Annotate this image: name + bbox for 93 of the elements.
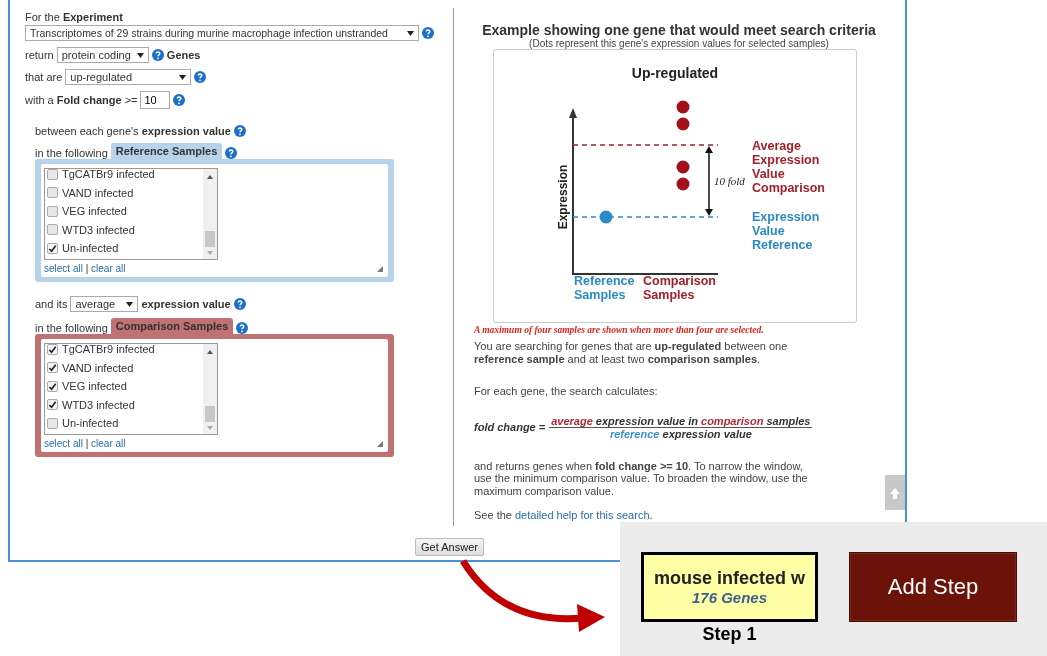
genes-label: Genes xyxy=(166,49,201,61)
help-icon[interactable] xyxy=(225,147,238,159)
caret-icon xyxy=(179,74,187,80)
help-prefix: See the xyxy=(474,509,512,521)
comparison-dot xyxy=(676,160,690,174)
samples-list[interactable]: TgCATBr9 infected VAND infected VEG infected WTD3 infected Un-infected xyxy=(44,343,218,435)
comparison-axis-label: Comparison Samples xyxy=(643,274,713,302)
operation-dropdown[interactable]: average xyxy=(70,296,139,312)
checkbox[interactable] xyxy=(47,399,58,411)
reference-legend: Expression Value Reference xyxy=(752,210,836,252)
step-box[interactable]: mouse infected w 176 Genes xyxy=(641,552,818,622)
sample-label[interactable]: TgCATBr9 infected xyxy=(62,169,155,181)
calculation-intro: For each gene, the search calculates: xyxy=(474,385,659,398)
expression-value-label: expression value xyxy=(141,298,231,310)
note-text: A maximum of four samples are shown when more than four are selected. xyxy=(474,325,765,335)
checkbox[interactable] xyxy=(47,362,58,374)
fold-change-field[interactable]: 10 xyxy=(140,91,171,109)
checkbox[interactable] xyxy=(47,417,58,429)
returns-text: and returns genes when fold change >= 10. To narrow the window, use the minimum comparison value. To broaden the window, use the maximum comparison value. xyxy=(474,459,809,497)
sample-label[interactable]: WTD3 infected xyxy=(62,223,135,236)
reference-axis-label: Reference Samples xyxy=(574,274,636,302)
sample-label[interactable]: Un-infected xyxy=(62,417,119,430)
example-title: Example showing one gene that would meet search criteria xyxy=(481,22,877,38)
experiment-label: For the Experiment xyxy=(25,11,124,23)
help-link[interactable]: detailed help for this search xyxy=(515,509,650,521)
scrollbar[interactable] xyxy=(203,344,217,434)
formula-numerator: average expression value in comparison samples xyxy=(549,414,813,428)
description-text: You are searching for genes that are up-regulated between one reference sample and at least two comparison samples. xyxy=(474,340,789,365)
checkbox[interactable] xyxy=(47,242,58,254)
experiment-dropdown[interactable]: Transcriptomes of 29 strains during murine macrophage infection unstranded xyxy=(25,25,419,41)
comparison-dot xyxy=(676,177,690,191)
help-suffix: . xyxy=(649,509,653,521)
fold-change-label: with a Fold change >= xyxy=(25,94,138,106)
diagram-title: Up-regulated xyxy=(630,65,720,81)
sample-label[interactable]: VEG infected xyxy=(62,205,127,218)
checkbox[interactable] xyxy=(47,224,58,236)
up-arrow-icon xyxy=(889,486,901,499)
example-subtitle: (Dots represent this gene's expression values for selected samples) xyxy=(528,38,830,49)
comparison-dot xyxy=(676,117,690,131)
checkbox[interactable] xyxy=(47,187,58,199)
clear-all-link[interactable]: clear all xyxy=(91,263,126,274)
get-answer-button[interactable]: Get Answer xyxy=(415,538,484,556)
add-step-button[interactable]: Add Step xyxy=(849,552,1017,622)
sample-label[interactable]: VEG infected xyxy=(62,380,127,393)
checkbox[interactable] xyxy=(47,205,58,217)
help-icon[interactable] xyxy=(233,298,246,310)
caret-icon xyxy=(407,30,414,36)
formula-label: fold change = xyxy=(474,421,546,433)
step-label: Step 1 xyxy=(702,624,757,645)
resize-handle-icon[interactable] xyxy=(377,441,383,447)
comparison-legend: Average Expression Value Comparison xyxy=(752,139,836,195)
direction-dropdown[interactable]: up-regulated xyxy=(65,69,192,85)
following-label: in the following xyxy=(35,322,108,334)
expression-value-label: between each gene's expression value xyxy=(35,125,231,137)
samples-tab[interactable]: Comparison Samples xyxy=(110,318,234,334)
fold-label: 10 fold xyxy=(714,175,745,187)
following-label: in the following xyxy=(35,147,108,159)
help-icon[interactable] xyxy=(233,125,246,137)
separator: | xyxy=(85,438,89,449)
y-axis-label: Expression xyxy=(556,164,570,230)
resize-handle-icon[interactable] xyxy=(377,266,383,272)
clear-all-link[interactable]: clear all xyxy=(91,438,126,449)
formula-denominator: reference expression value xyxy=(609,427,752,440)
sample-label[interactable]: Un-infected xyxy=(62,242,119,255)
and-its-label: and its xyxy=(35,298,68,310)
gene-type-dropdown[interactable]: protein coding xyxy=(56,47,149,63)
checkbox[interactable] xyxy=(47,380,58,392)
step-name: mouse infected w xyxy=(654,568,805,589)
caret-icon xyxy=(136,52,144,58)
that-are-label: that are xyxy=(25,71,63,83)
fold-arrow xyxy=(705,146,713,216)
help-icon[interactable] xyxy=(236,322,249,334)
select-all-link[interactable]: select all xyxy=(44,263,83,274)
help-icon[interactable] xyxy=(422,27,434,39)
help-icon[interactable] xyxy=(194,71,207,83)
sample-label[interactable]: TgCATBr9 infected xyxy=(62,344,155,356)
sample-label[interactable]: VAND infected xyxy=(62,361,134,374)
sample-label[interactable]: WTD3 infected xyxy=(62,398,135,411)
step-count: 176 Genes xyxy=(691,589,768,606)
checkbox[interactable] xyxy=(47,344,58,355)
checkbox[interactable] xyxy=(47,169,58,180)
reference-dot xyxy=(599,210,613,224)
separator: | xyxy=(85,263,89,274)
select-all-link[interactable]: select all xyxy=(44,438,83,449)
caret-icon xyxy=(126,301,134,307)
samples-list[interactable]: TgCATBr9 infected VAND infected VEG infected WTD3 infected Un-infected xyxy=(44,168,218,260)
samples-tab[interactable]: Reference Samples xyxy=(110,143,223,159)
return-label: return xyxy=(25,49,54,61)
scrollbar[interactable] xyxy=(203,169,217,259)
help-icon[interactable] xyxy=(151,49,164,61)
sample-label[interactable]: VAND infected xyxy=(62,186,134,199)
help-icon[interactable] xyxy=(173,94,186,106)
comparison-dot xyxy=(676,100,690,114)
